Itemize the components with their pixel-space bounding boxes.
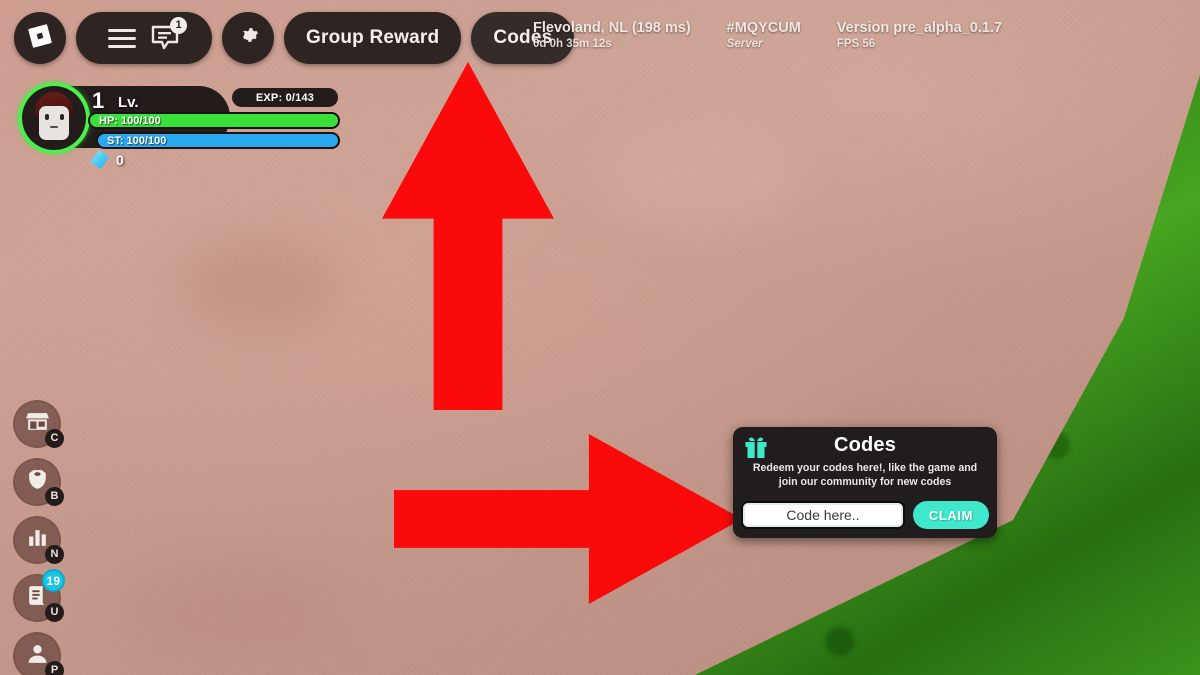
menu-chat-button[interactable]: 1	[76, 12, 212, 64]
top-navigation-bar: 1 Group Reward Codes	[14, 10, 575, 66]
server-label: Server	[726, 38, 763, 51]
claim-button[interactable]: CLAIM	[913, 501, 989, 529]
keybind-badge-stats: N	[45, 545, 64, 564]
roblox-logo-icon	[27, 23, 53, 54]
fps-counter: FPS 56	[836, 38, 876, 51]
keybind-badge-quests: U	[45, 603, 64, 622]
game-screen: 1 Group Reward Codes Flevoland, NL (198 …	[0, 0, 1200, 675]
sidebar-item-profile[interactable]: P	[13, 632, 64, 675]
quest-notification-badge: 19	[41, 569, 65, 592]
ground-blotch	[600, 120, 800, 230]
gift-box-icon	[743, 435, 769, 461]
code-input[interactable]: Code here..	[741, 501, 905, 529]
health-bar-label: HP: 100/100	[99, 114, 161, 127]
game-version: Version pre_alpha_0.1.7	[836, 20, 1003, 36]
level-number: 1	[92, 88, 105, 113]
codes-dialog-description: Redeem your codes here!, like the game a…	[752, 462, 978, 489]
server-region-column: Flevoland, NL (198 ms) 0d 0h 35m 12s	[533, 19, 691, 53]
avatar-face	[39, 106, 69, 140]
sidebar-item-shop[interactable]: C	[13, 400, 64, 448]
sidebar-item-stats[interactable]: N	[13, 516, 64, 564]
avatar-mouth	[50, 126, 58, 128]
server-info-panel: Flevoland, NL (198 ms) 0d 0h 35m 12s #MQ…	[533, 19, 1002, 53]
group-reward-label: Group Reward	[306, 27, 440, 48]
codes-dialog: Codes Redeem your codes here!, like the …	[733, 427, 997, 538]
stamina-bar-label: ST: 100/100	[107, 134, 167, 147]
avatar-eye-right	[60, 114, 64, 120]
keybind-badge-shop: C	[45, 429, 64, 448]
sidebar-item-armor[interactable]: B	[13, 458, 64, 506]
currency-display: 0	[90, 150, 124, 169]
left-sidebar: C B N 19 U P	[13, 400, 65, 675]
keybind-badge-armor: B	[45, 487, 64, 506]
ground-blotch	[120, 560, 340, 660]
keybind-badge-profile: P	[45, 661, 64, 675]
server-region: Flevoland, NL (198 ms)	[533, 20, 691, 36]
level-label: Lv.	[118, 94, 139, 111]
player-hud: 1 Lv. EXP: 0/143 HP: 100/100 ST: 100/100…	[18, 82, 348, 174]
group-reward-button[interactable]: Group Reward	[284, 12, 462, 64]
version-column: Version pre_alpha_0.1.7 FPS 56	[837, 19, 1002, 53]
server-uptime: 0d 0h 35m 12s	[533, 38, 612, 51]
roblox-logo-button[interactable]	[14, 12, 66, 64]
settings-button[interactable]	[222, 12, 274, 64]
avatar-ring	[18, 82, 90, 154]
codes-input-row: Code here.. CLAIM	[741, 501, 989, 529]
avatar-eye-left	[45, 114, 49, 120]
stamina-bar: ST: 100/100	[96, 132, 340, 149]
gem-count: 0	[116, 151, 124, 168]
avatar[interactable]	[22, 86, 86, 150]
exp-bar: EXP: 0/143	[232, 88, 338, 107]
server-code-column: #MQYCUM Server	[727, 19, 801, 53]
chat-bubble-icon[interactable]: 1	[150, 17, 187, 52]
health-bar: HP: 100/100	[88, 112, 340, 129]
gear-icon	[236, 24, 260, 53]
gem-icon	[90, 150, 109, 169]
codes-dialog-title: Codes	[833, 434, 897, 456]
sidebar-item-quests[interactable]: 19 U	[13, 569, 65, 622]
ground-blotch	[180, 240, 340, 330]
hamburger-menu-icon[interactable]	[108, 28, 136, 48]
chat-notification-badge: 1	[170, 17, 187, 34]
server-code: #MQYCUM	[726, 20, 801, 36]
